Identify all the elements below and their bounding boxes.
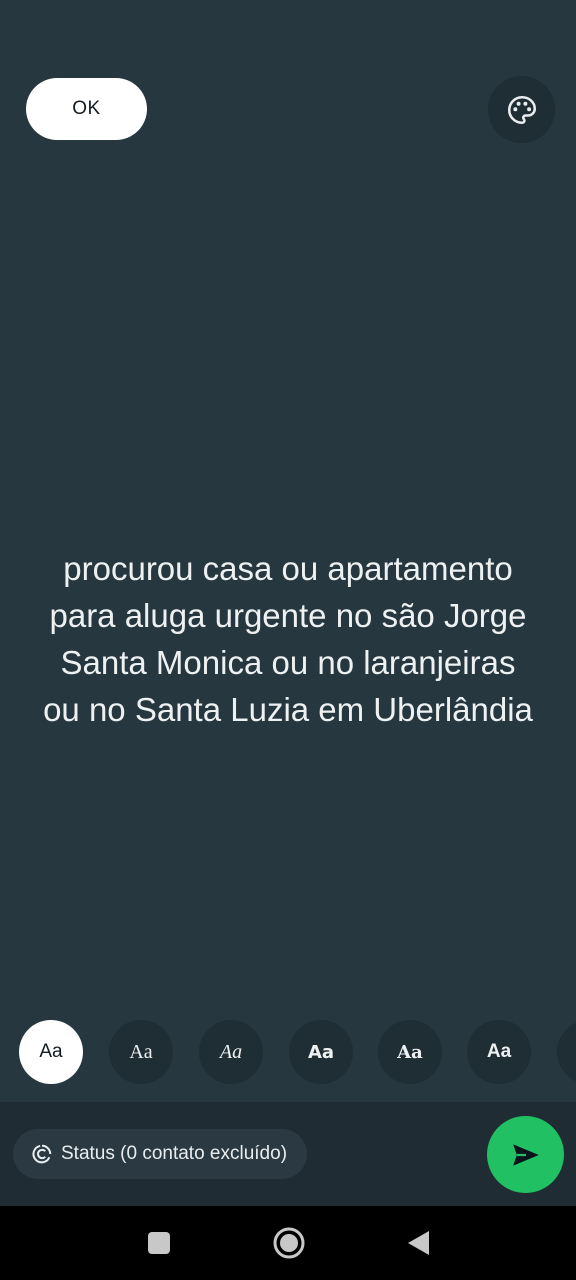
font-option-serif[interactable]: Aa	[109, 1020, 173, 1084]
font-option-more[interactable]	[557, 1020, 576, 1084]
circle-icon	[273, 1227, 305, 1259]
bottom-bar: Status (0 contato excluído)	[0, 1102, 576, 1206]
font-picker: Aa Aa Aa Aa Aa Aa	[0, 1020, 576, 1084]
status-audience-selector[interactable]: Status (0 contato excluído)	[13, 1129, 308, 1179]
status-text-line: para aluga urgente no são Jorge	[49, 597, 527, 634]
status-text-content[interactable]: procurou casa ou apartamento para aluga …	[0, 545, 571, 733]
triangle-back-icon	[408, 1231, 429, 1255]
send-button[interactable]	[487, 1116, 564, 1193]
back-button[interactable]	[397, 1222, 439, 1264]
color-palette-button[interactable]	[488, 76, 555, 143]
palette-icon	[507, 95, 536, 124]
status-text-line: Santa Monica ou no laranjeiras	[60, 644, 516, 681]
font-option-bold-sans[interactable]: Aa	[467, 1020, 531, 1084]
system-navigation-bar	[0, 1206, 576, 1280]
font-option-italic[interactable]: Aa	[199, 1020, 263, 1084]
font-option-sans[interactable]: Aa	[19, 1020, 83, 1084]
status-text-line: procurou casa ou apartamento	[63, 550, 513, 587]
status-audience-label: Status (0 contato excluído)	[61, 1143, 288, 1164]
square-icon	[148, 1232, 170, 1254]
status-text-line: ou no Santa Luzia em Uberlândia	[43, 691, 533, 728]
status-ring-icon	[31, 1143, 53, 1165]
send-icon	[512, 1143, 539, 1166]
ok-button[interactable]: OK	[26, 78, 147, 140]
recents-button[interactable]	[138, 1222, 180, 1264]
font-option-bold-rounded[interactable]: Aa	[289, 1020, 353, 1084]
home-button[interactable]	[268, 1222, 310, 1264]
font-option-bold-serif[interactable]: Aa	[378, 1020, 442, 1084]
